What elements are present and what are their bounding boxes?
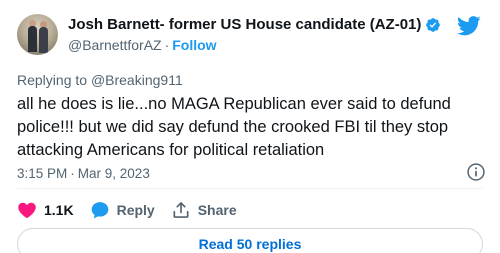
reply-bubble-icon xyxy=(91,202,108,219)
read-replies-button[interactable]: Read 50 replies xyxy=(17,228,483,253)
divider xyxy=(17,188,483,189)
heart-icon xyxy=(18,202,36,219)
author-display-name[interactable]: Josh Barnett- former US House candidate … xyxy=(68,16,421,34)
share-label: Share xyxy=(197,202,237,218)
action-bar: 1.1K Reply Share xyxy=(17,198,253,222)
handle-separator: · xyxy=(164,37,170,53)
follow-link[interactable]: Follow xyxy=(172,37,216,53)
tweet-timestamp[interactable]: 3:15 PM · Mar 9, 2023 xyxy=(17,165,150,182)
info-icon[interactable] xyxy=(466,162,486,182)
share-icon xyxy=(173,202,189,218)
timestamp-separator: · xyxy=(70,166,75,181)
twitter-bird-icon[interactable] xyxy=(457,16,481,36)
replying-to-mention[interactable]: @Breaking911 xyxy=(91,72,183,88)
tweet-time: 3:15 PM xyxy=(17,166,68,181)
share-button[interactable]: Share xyxy=(171,200,237,220)
replying-to: Replying to @Breaking911 xyxy=(17,72,183,89)
verified-badge-icon xyxy=(425,17,441,33)
author-name-row: Josh Barnett- former US House candidate … xyxy=(68,16,441,34)
author-handle[interactable]: @BarnettforAZ xyxy=(68,37,162,53)
reply-button[interactable]: Reply xyxy=(90,200,155,220)
like-count: 1.1K xyxy=(44,202,74,218)
tweet-card: Josh Barnett- former US House candidate … xyxy=(0,0,500,253)
replying-to-prefix: Replying to xyxy=(17,72,88,88)
author-handle-row: @BarnettforAZ · Follow xyxy=(68,37,217,54)
reply-label: Reply xyxy=(116,202,155,218)
avatar[interactable] xyxy=(17,14,58,55)
tweet-date: Mar 9, 2023 xyxy=(77,166,150,181)
tweet-text: all he does is lie...no MAGA Republican … xyxy=(17,95,451,159)
like-button[interactable]: 1.1K xyxy=(17,200,74,220)
